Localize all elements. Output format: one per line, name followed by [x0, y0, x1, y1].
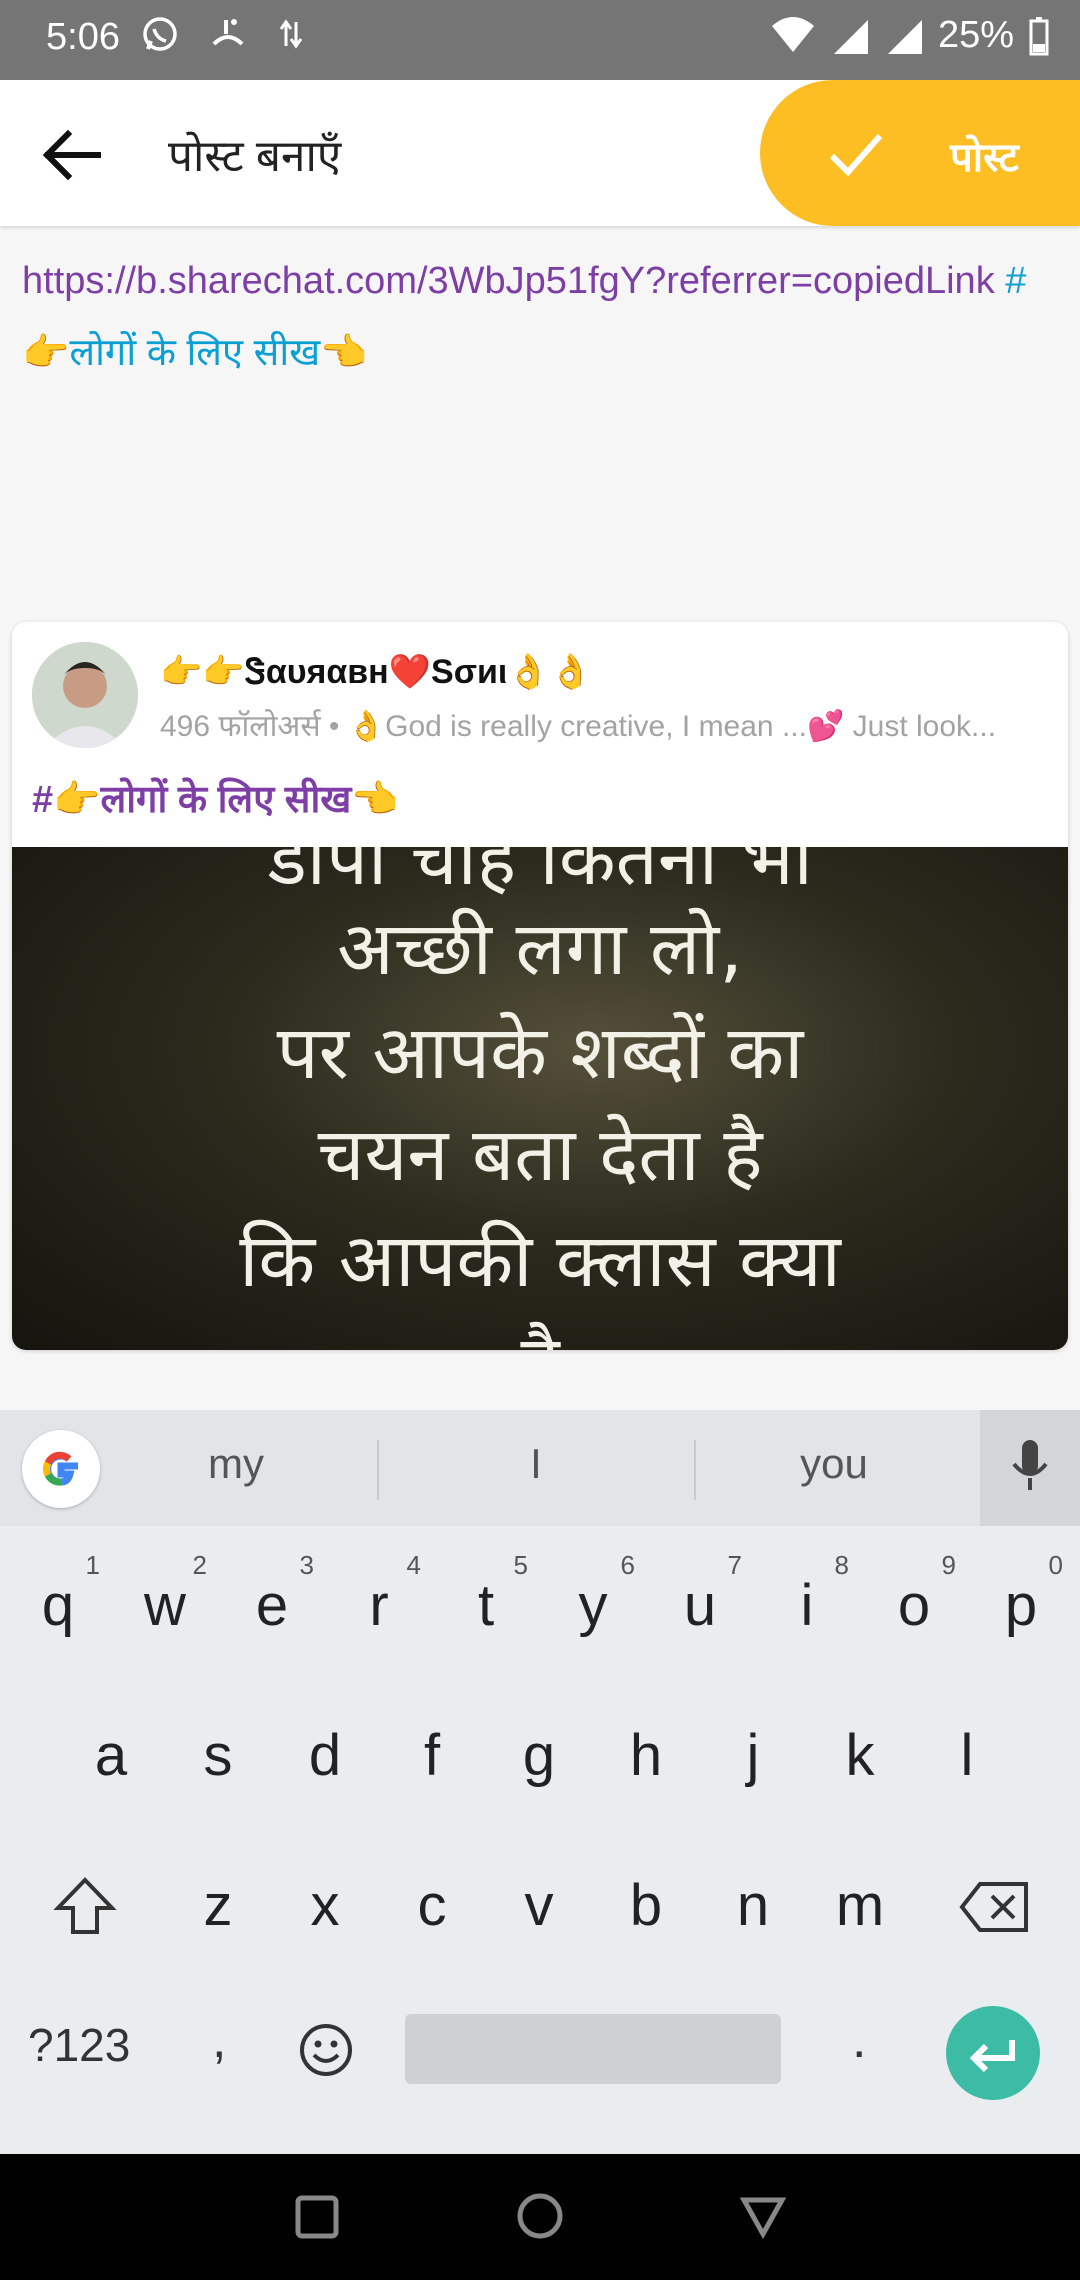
- author-meta: 496 फॉलोअर्स • 👌God is really creative, …: [160, 710, 997, 743]
- period-key[interactable]: .: [852, 2010, 866, 2070]
- key-m[interactable]: m: [820, 1872, 900, 1939]
- image-text-line: कि आपकी क्लास क्या: [239, 1218, 841, 1304]
- battery-icon: [1029, 16, 1049, 55]
- image-text-line: है: [12, 1309, 1068, 1350]
- post-button-label: पोस्ट: [950, 136, 1019, 180]
- key-g[interactable]: g: [499, 1722, 579, 1789]
- post-image: डोपी चाहे कितनी भी अच्छी लगा लो, पर आपके…: [12, 847, 1068, 1350]
- image-text-line: पर आपके शब्दों का: [276, 1010, 804, 1096]
- shared-post-card[interactable]: 👉👉Ꮥαυяαвн❤️Sσиι👌👌 496 फॉलोअर्स • 👌God is…: [12, 622, 1068, 1350]
- emoji-key[interactable]: [298, 2022, 354, 2083]
- key-o[interactable]: o9: [874, 1550, 956, 1639]
- smiley-icon: [300, 2024, 352, 2076]
- arrow-left-icon: [42, 129, 101, 181]
- key-u[interactable]: u7: [660, 1550, 742, 1639]
- suggestion-item[interactable]: I: [386, 1440, 686, 1488]
- page-title: पोस्ट बनाएँ: [168, 132, 342, 181]
- status-notification-icons: [140, 14, 306, 54]
- symbols-key[interactable]: ?123: [28, 2018, 130, 2072]
- author-avatar: [32, 642, 138, 748]
- image-text-line: अच्छी लगा लो,: [337, 906, 743, 992]
- key-p[interactable]: p0: [981, 1550, 1063, 1639]
- data-transfer-icon: [279, 19, 303, 49]
- check-icon: [829, 134, 883, 177]
- battery-percentage: 25%: [937, 14, 1014, 56]
- shift-key[interactable]: [50, 1872, 120, 1947]
- comma-key[interactable]: ,: [212, 2010, 226, 2070]
- key-s[interactable]: s: [178, 1722, 258, 1789]
- wifi-icon: [771, 16, 814, 52]
- key-t[interactable]: t5: [446, 1550, 528, 1639]
- whatsapp-icon: [143, 17, 177, 51]
- card-hashtag: #👉लोगों के लिए सीख👈: [32, 779, 399, 821]
- shared-link-text: https://b.sharechat.com/3WbJp51fgY?refer…: [22, 260, 995, 302]
- voice-input-button[interactable]: [980, 1410, 1080, 1526]
- status-system-icons: 25%: [770, 14, 1050, 57]
- key-w[interactable]: w2: [125, 1550, 207, 1639]
- key-c[interactable]: c: [392, 1872, 472, 1939]
- key-j[interactable]: j: [713, 1722, 793, 1789]
- suggestion-item[interactable]: my: [86, 1440, 386, 1488]
- signal-icon-2: [887, 19, 922, 54]
- navigation-bar: [0, 2154, 1080, 2280]
- author-name: 👉👉Ꮥαυяαвн❤️Sσиι👌👌: [160, 653, 592, 691]
- suggestion-divider: [377, 1440, 379, 1500]
- post-text-editor[interactable]: https://b.sharechat.com/3WbJp51fgY?refer…: [22, 245, 1042, 389]
- key-f[interactable]: f: [392, 1722, 472, 1789]
- spacebar[interactable]: [405, 2014, 781, 2084]
- key-a[interactable]: a: [71, 1722, 151, 1789]
- back-button[interactable]: [38, 120, 108, 190]
- key-q[interactable]: q1: [18, 1550, 100, 1639]
- key-r[interactable]: r4: [339, 1550, 421, 1639]
- key-b[interactable]: b: [606, 1872, 686, 1939]
- key-e[interactable]: e3: [232, 1550, 314, 1639]
- suggestion-item[interactable]: you: [684, 1440, 984, 1488]
- keyboard: my I you q1 w2 e3 r4 t5 y6 u7 i8 o9 p0 a…: [0, 1410, 1080, 2154]
- backspace-icon: [959, 1882, 1028, 1932]
- image-text-line: चयन बता देता है: [317, 1112, 763, 1198]
- microphone-icon: [1012, 1440, 1048, 1490]
- recents-icon[interactable]: [294, 2194, 340, 2240]
- enter-icon: [969, 2040, 1015, 2073]
- key-l[interactable]: l: [927, 1722, 1007, 1789]
- status-bar: 5:06 25%: [0, 0, 1080, 80]
- key-y[interactable]: y6: [553, 1550, 636, 1639]
- key-z[interactable]: z: [178, 1872, 258, 1939]
- key-k[interactable]: k: [820, 1722, 900, 1789]
- enter-key[interactable]: [946, 2006, 1040, 2100]
- suggestion-bar: my I you: [0, 1410, 1080, 1526]
- key-n[interactable]: n: [713, 1872, 793, 1939]
- key-d[interactable]: d: [285, 1722, 365, 1789]
- key-h[interactable]: h: [606, 1722, 686, 1789]
- signal-icon: [833, 19, 868, 54]
- key-x[interactable]: x: [285, 1872, 365, 1939]
- backspace-key[interactable]: [958, 1874, 1032, 1945]
- post-button[interactable]: पोस्ट: [760, 80, 1080, 226]
- missed-call-icon: [212, 19, 244, 46]
- back-nav-icon[interactable]: [740, 2194, 786, 2240]
- status-time: 5:06: [46, 16, 120, 58]
- key-v[interactable]: v: [499, 1872, 579, 1939]
- key-i[interactable]: i8: [767, 1550, 849, 1639]
- shift-icon: [53, 1877, 117, 1934]
- app-bar: पोस्ट बनाएँ पोस्ट: [0, 80, 1080, 226]
- home-icon[interactable]: [516, 2192, 564, 2240]
